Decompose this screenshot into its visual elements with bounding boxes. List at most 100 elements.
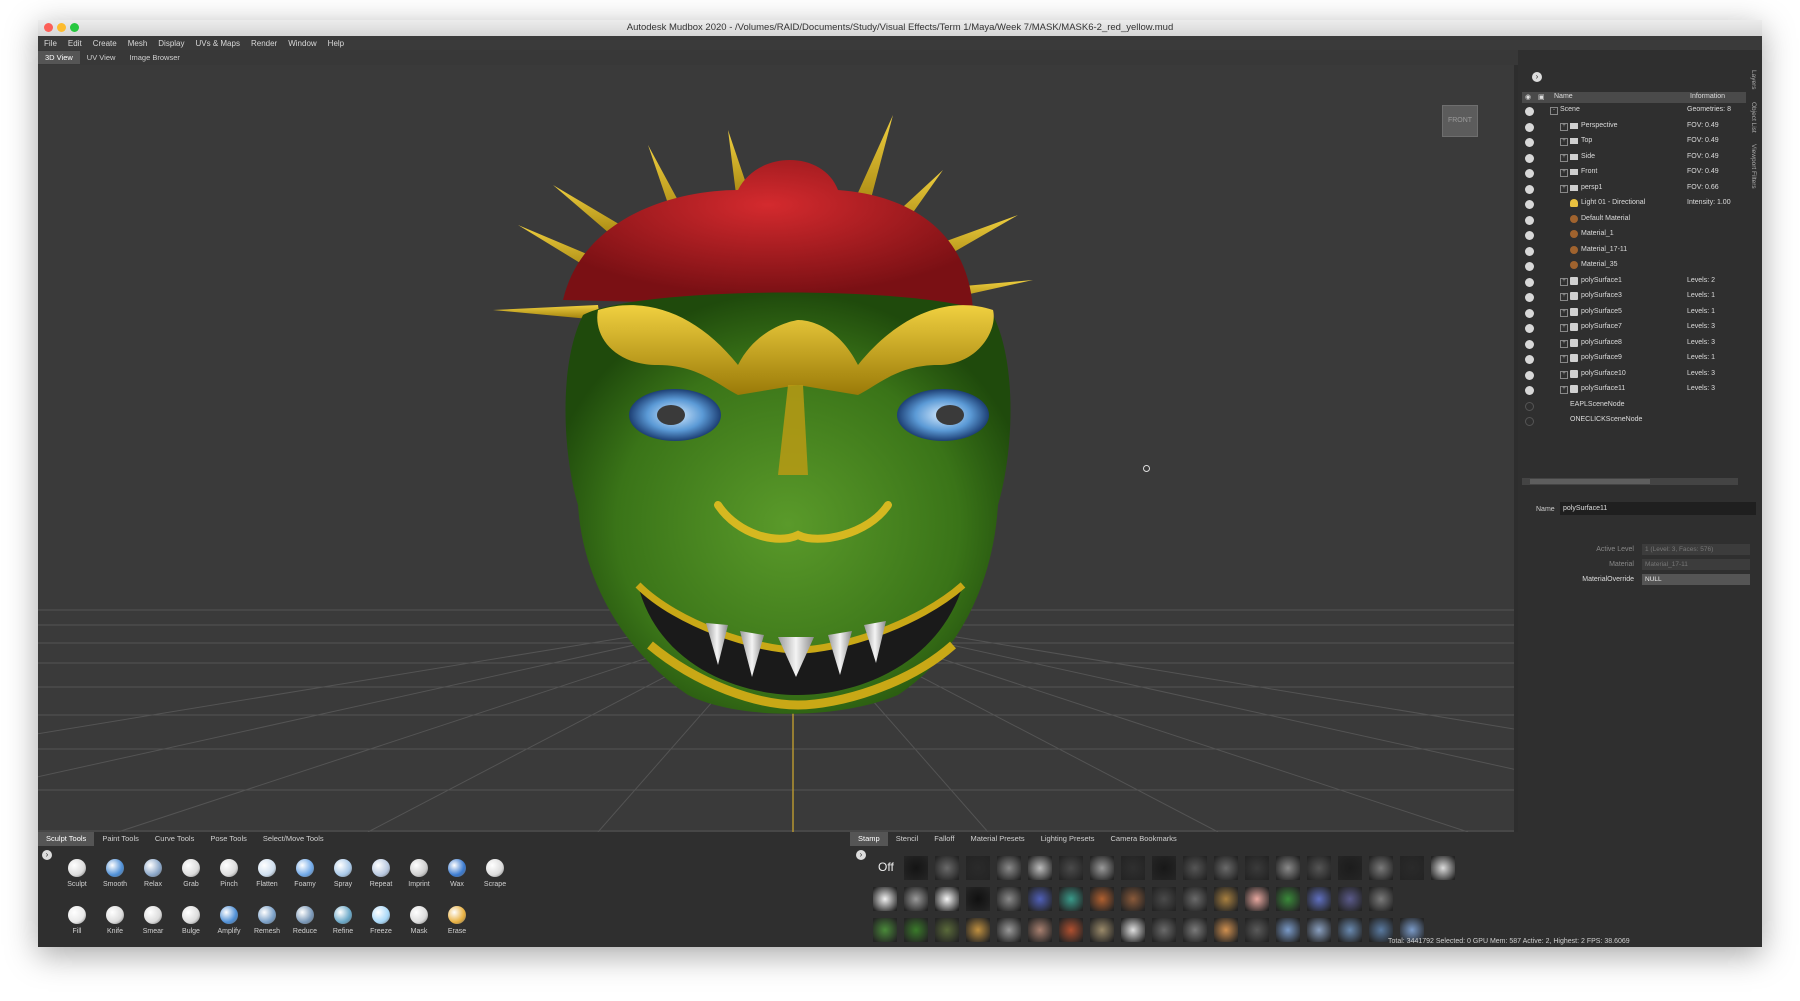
stamp-thumbnail[interactable] xyxy=(1307,918,1331,942)
scene-item[interactable]: Default Material xyxy=(1522,213,1746,229)
stamp-thumbnail[interactable] xyxy=(935,856,959,880)
view-cube[interactable]: FRONT xyxy=(1442,105,1478,137)
tool-imprint-button[interactable]: Imprint xyxy=(400,859,438,888)
stamp-thumbnail[interactable] xyxy=(1152,918,1176,942)
scene-item[interactable]: + polySurface1 Levels: 2 xyxy=(1522,275,1746,291)
stamp-thumbnail[interactable] xyxy=(1090,856,1114,880)
tab-image-browser[interactable]: Image Browser xyxy=(122,51,186,64)
stamp-thumbnail[interactable] xyxy=(935,918,959,942)
visibility-toggle-icon[interactable] xyxy=(1525,339,1534,349)
stamp-thumbnail[interactable] xyxy=(873,918,897,942)
stamp-thumbnail[interactable] xyxy=(904,856,928,880)
expand-toggle-icon[interactable]: + xyxy=(1560,122,1568,131)
stamp-thumbnail[interactable] xyxy=(1121,918,1145,942)
visibility-toggle-icon[interactable] xyxy=(1525,153,1534,163)
scene-item[interactable]: + polySurface10 Levels: 3 xyxy=(1522,368,1746,384)
stamp-thumbnail[interactable] xyxy=(1090,918,1114,942)
visibility-toggle-icon[interactable] xyxy=(1525,107,1534,116)
menu-window[interactable]: Window xyxy=(288,39,316,48)
scene-item[interactable]: EAPLSceneNode xyxy=(1522,399,1746,415)
stamp-thumbnail[interactable] xyxy=(1121,856,1145,880)
scene-item[interactable]: + polySurface7 Levels: 3 xyxy=(1522,321,1746,337)
stamp-thumbnail[interactable] xyxy=(904,887,928,911)
tool-smear-button[interactable]: Smear xyxy=(134,906,172,935)
expand-toggle-icon[interactable]: + xyxy=(1560,324,1568,332)
visibility-toggle-icon[interactable] xyxy=(1525,138,1534,147)
tab-stencil[interactable]: Stencil xyxy=(888,832,927,846)
stamp-thumbnail[interactable] xyxy=(1214,856,1238,880)
menu-uvs-maps[interactable]: UVs & Maps xyxy=(196,39,240,48)
stamp-thumbnail[interactable] xyxy=(1338,918,1362,942)
stamp-thumbnail[interactable] xyxy=(1090,887,1114,911)
expand-toggle-icon[interactable]: - xyxy=(1550,107,1558,115)
scene-item[interactable]: + polySurface8 Levels: 3 xyxy=(1522,337,1746,353)
tab-uv-view[interactable]: UV View xyxy=(80,51,123,64)
visibility-toggle-icon[interactable] xyxy=(1525,386,1534,395)
stamp-thumbnail[interactable] xyxy=(1028,918,1052,942)
tool-refine-button[interactable]: Refine xyxy=(324,906,362,935)
expand-toggle-icon[interactable]: + xyxy=(1560,308,1568,317)
stamp-thumbnail[interactable] xyxy=(1183,856,1207,880)
stamp-thumbnail[interactable] xyxy=(997,887,1021,911)
visibility-toggle-icon[interactable] xyxy=(1525,293,1534,302)
scene-item[interactable]: ONECLICKSceneNode xyxy=(1522,414,1746,430)
stamp-thumbnail[interactable] xyxy=(1059,887,1083,911)
visibility-toggle-icon[interactable] xyxy=(1525,277,1534,287)
tool-relax-button[interactable]: Relax xyxy=(134,859,172,888)
tool-pinch-button[interactable]: Pinch xyxy=(210,859,248,888)
visibility-toggle-icon[interactable] xyxy=(1525,401,1534,411)
stamp-thumbnail[interactable] xyxy=(1028,887,1052,911)
visibility-toggle-icon[interactable] xyxy=(1525,370,1534,380)
tab-curve-tools[interactable]: Curve Tools xyxy=(147,832,202,846)
stamp-thumbnail[interactable] xyxy=(1431,856,1455,880)
menu-mesh[interactable]: Mesh xyxy=(128,39,148,48)
visibility-toggle-icon[interactable] xyxy=(1525,308,1534,318)
scene-item[interactable]: Material_1 xyxy=(1522,228,1746,244)
tool-remesh-button[interactable]: Remesh xyxy=(248,906,286,935)
stamp-thumbnail[interactable] xyxy=(1152,887,1176,911)
scene-item[interactable]: + persp1 FOV: 0.66 xyxy=(1522,182,1746,198)
menu-create[interactable]: Create xyxy=(93,39,117,48)
expand-toggle-icon[interactable]: + xyxy=(1560,370,1568,379)
tool-sculpt-button[interactable]: Sculpt xyxy=(58,859,96,888)
expand-toggle-icon[interactable]: + xyxy=(1560,277,1568,286)
scene-item[interactable]: Material_17-11 xyxy=(1522,244,1746,260)
stamp-thumbnail[interactable] xyxy=(1245,918,1269,942)
stamp-thumbnail[interactable] xyxy=(1307,856,1331,880)
visibility-toggle-icon[interactable] xyxy=(1525,200,1534,209)
scene-item[interactable]: + polySurface11 Levels: 3 xyxy=(1522,383,1746,399)
tool-repeat-button[interactable]: Repeat xyxy=(362,859,400,888)
tab-stamp[interactable]: Stamp xyxy=(850,832,888,846)
visibility-toggle-icon[interactable] xyxy=(1525,324,1534,333)
stamp-off-button[interactable]: Off xyxy=(878,860,894,874)
tool-fill-button[interactable]: Fill xyxy=(58,906,96,935)
stamp-thumbnail[interactable] xyxy=(966,856,990,880)
stamp-thumbnail[interactable] xyxy=(966,887,990,911)
tool-knife-button[interactable]: Knife xyxy=(96,906,134,935)
tab-lighting-presets[interactable]: Lighting Presets xyxy=(1033,832,1103,846)
tool-reduce-button[interactable]: Reduce xyxy=(286,906,324,935)
stamp-thumbnail[interactable] xyxy=(1400,856,1424,880)
stamp-thumbnail[interactable] xyxy=(1338,856,1362,880)
stamp-thumbnail[interactable] xyxy=(1276,887,1300,911)
tool-amplify-button[interactable]: Amplify xyxy=(210,906,248,935)
tab-sculpt-tools[interactable]: Sculpt Tools xyxy=(38,832,95,846)
expand-toggle-icon[interactable]: + xyxy=(1560,293,1568,301)
stamp-thumbnail[interactable] xyxy=(904,918,928,942)
visibility-toggle-icon[interactable] xyxy=(1525,246,1534,256)
scene-item[interactable]: + polySurface3 Levels: 1 xyxy=(1522,290,1746,306)
stamp-thumbnail[interactable] xyxy=(873,887,897,911)
scene-item[interactable]: + polySurface9 Levels: 1 xyxy=(1522,352,1746,368)
tool-wax-button[interactable]: Wax xyxy=(438,859,476,888)
object-name-input[interactable]: polySurface11 xyxy=(1560,502,1756,515)
stamp-thumbnail[interactable] xyxy=(1245,856,1269,880)
scene-item[interactable]: + polySurface5 Levels: 1 xyxy=(1522,306,1746,322)
scene-item[interactable]: - Scene Geometries: 8 xyxy=(1522,104,1746,120)
expand-toggle-icon[interactable]: + xyxy=(1560,169,1568,177)
stamp-thumbnail[interactable] xyxy=(1028,856,1052,880)
expand-toggle-icon[interactable]: + xyxy=(1560,138,1568,146)
material-select[interactable]: Material_17-11 xyxy=(1642,559,1750,570)
tool-mask-button[interactable]: Mask xyxy=(400,906,438,935)
tool-grab-button[interactable]: Grab xyxy=(172,859,210,888)
object-list-scrollbar[interactable] xyxy=(1522,478,1738,485)
